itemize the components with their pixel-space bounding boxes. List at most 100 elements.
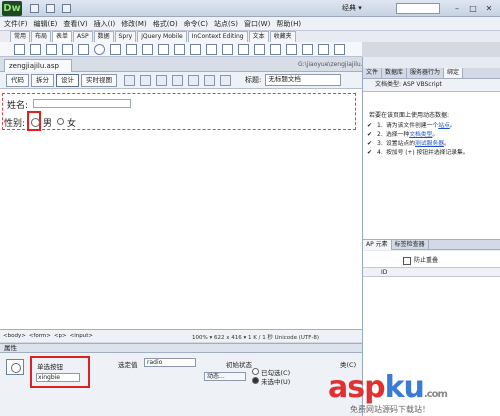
- tag-item[interactable]: <form>: [29, 333, 51, 339]
- menu-item[interactable]: 命令(C): [184, 17, 208, 31]
- radio-button-icon[interactable]: [94, 43, 105, 55]
- tag-list: <body> <form> <p> <input>: [3, 333, 96, 339]
- radio-name-input[interactable]: xingbie: [36, 373, 80, 382]
- inspect-icon[interactable]: [140, 74, 151, 86]
- panel-tab[interactable]: 文件: [363, 68, 383, 78]
- hidden-field-icon[interactable]: [46, 43, 57, 55]
- step-link[interactable]: 文档类型: [409, 132, 432, 138]
- tag-selector: <body> <form> <p> <input> 100% ▾ 622 x 416 …: [0, 329, 362, 342]
- spry-validation-password-icon[interactable]: [302, 43, 313, 55]
- multiscreen-icon[interactable]: [156, 74, 167, 86]
- checked-value-input[interactable]: radio: [144, 358, 196, 367]
- step-number: 1.: [377, 122, 383, 129]
- prevent-overlap-checkbox[interactable]: 防止重叠: [403, 255, 438, 265]
- file-management-icon[interactable]: [188, 74, 199, 86]
- insert-tab[interactable]: ASP: [73, 31, 93, 42]
- checkbox-icon[interactable]: [78, 43, 89, 55]
- gender-label: 性别:: [4, 119, 26, 129]
- menu-item[interactable]: 编辑(E): [34, 17, 58, 31]
- menu-item[interactable]: 帮助(H): [276, 17, 301, 31]
- initial-unchecked-label: 未选中(U): [261, 378, 291, 386]
- refresh-icon[interactable]: [204, 74, 215, 86]
- file-field-icon[interactable]: [174, 43, 185, 55]
- check-icon: ✔: [367, 131, 373, 138]
- step-link[interactable]: 站点: [438, 123, 450, 129]
- female-radio-button[interactable]: [57, 118, 64, 125]
- insert-tab[interactable]: 表单: [52, 31, 73, 42]
- close-icon[interactable]: ✕: [482, 3, 496, 14]
- panel-tab[interactable]: 数据库: [382, 68, 408, 78]
- gear-icon[interactable]: [46, 4, 55, 13]
- insert-tab[interactable]: 文本: [248, 31, 269, 42]
- dynamic-button[interactable]: 动态...: [204, 372, 246, 381]
- menu-item[interactable]: 插入(I): [94, 17, 116, 31]
- design-view[interactable]: 姓名: 性别: 男 女: [0, 89, 362, 329]
- view-button[interactable]: 设计: [56, 73, 79, 87]
- ap-panel-tab[interactable]: 标签检查器: [392, 239, 429, 250]
- insert-tab[interactable]: jQuery Mobile: [137, 31, 187, 42]
- properties-header[interactable]: 属性: [0, 343, 362, 353]
- radio-button-icon: [6, 359, 24, 375]
- insert-tab[interactable]: 收藏夹: [269, 31, 296, 42]
- browser-preview-icon[interactable]: [172, 74, 183, 86]
- form-icon[interactable]: [14, 43, 25, 55]
- tag-item[interactable]: <input>: [70, 333, 93, 339]
- menu-item[interactable]: 修改(M): [121, 17, 147, 31]
- tag-item[interactable]: <body>: [3, 333, 26, 339]
- insert-tab[interactable]: 数据: [93, 31, 114, 42]
- menu-item[interactable]: 窗口(W): [244, 17, 270, 31]
- maximize-icon[interactable]: □: [466, 3, 480, 14]
- bindings-step: ✔ 3. 设置站点的测试服务器。: [367, 140, 497, 148]
- button-icon[interactable]: [190, 43, 201, 55]
- live-code-icon[interactable]: [124, 74, 135, 86]
- layout-icon[interactable]: [30, 4, 39, 13]
- name-label: 姓名:: [7, 101, 29, 111]
- image-field-icon[interactable]: [158, 43, 169, 55]
- insert-tab[interactable]: Spry: [114, 31, 137, 42]
- spry-validation-radio-icon[interactable]: [334, 43, 345, 55]
- spry-validation-select-icon[interactable]: [286, 43, 297, 55]
- insert-tab[interactable]: 常用: [10, 31, 31, 42]
- menu-item[interactable]: 站点(S): [214, 17, 238, 31]
- jump-menu-icon[interactable]: [142, 43, 153, 55]
- fieldset-icon[interactable]: [222, 43, 233, 55]
- view-button[interactable]: 拆分: [31, 73, 54, 87]
- radio-group-icon[interactable]: [110, 43, 121, 55]
- ap-panel-tab[interactable]: AP 元素: [363, 239, 392, 250]
- status-info: 100% ▾ 622 x 416 ▾ 1 K / 1 秒 Unicode (UT…: [192, 335, 320, 341]
- menu-item[interactable]: 文件(F): [4, 17, 28, 31]
- textarea-icon[interactable]: [62, 43, 73, 55]
- tag-item[interactable]: <p>: [54, 333, 67, 339]
- insert-tab[interactable]: 布局: [31, 31, 52, 42]
- spry-validation-confirm-icon[interactable]: [318, 43, 329, 55]
- panel-tab[interactable]: 服务器行为: [407, 68, 445, 78]
- minimize-icon[interactable]: –: [450, 3, 464, 14]
- label-icon[interactable]: [206, 43, 217, 55]
- insert-tab[interactable]: InContext Editing: [187, 31, 248, 42]
- text-field-icon[interactable]: [30, 43, 41, 55]
- user-icon[interactable]: [62, 4, 71, 13]
- spry-validation-textarea-icon[interactable]: [254, 43, 265, 55]
- title-input[interactable]: 无标题文档: [265, 74, 342, 86]
- check-icon: ✔: [367, 140, 373, 147]
- step-text-end: 。: [432, 132, 439, 138]
- radio-button-label: 单选按钮: [37, 363, 63, 371]
- name-text-field[interactable]: [33, 99, 131, 108]
- menu-item[interactable]: 查看(V): [63, 17, 87, 31]
- view-button[interactable]: 代码: [6, 73, 29, 87]
- initial-unchecked-option[interactable]: 未选中(U): [252, 376, 290, 386]
- male-radio-button[interactable]: [31, 118, 40, 127]
- bindings-intro: 若要在该页面上使用动态数据:: [369, 112, 450, 119]
- view-button[interactable]: 实时视图: [81, 73, 117, 87]
- visual-aids-icon[interactable]: [220, 74, 231, 86]
- spry-validation-checkbox-icon[interactable]: [270, 43, 281, 55]
- search-input[interactable]: [396, 3, 440, 14]
- menu-item[interactable]: 格式(O): [153, 17, 178, 31]
- select-list-icon[interactable]: [126, 43, 137, 55]
- panel-tab[interactable]: 绑定: [444, 68, 464, 78]
- document-tab[interactable]: zengjiajilu.asp: [4, 59, 72, 72]
- step-link[interactable]: 测试服务器: [415, 141, 444, 147]
- spry-validation-text-icon[interactable]: [238, 43, 249, 55]
- workspace-switcher[interactable]: 经典 ▾: [340, 3, 392, 14]
- watermark: aspku.com 免费网站源码下载站！: [328, 370, 500, 416]
